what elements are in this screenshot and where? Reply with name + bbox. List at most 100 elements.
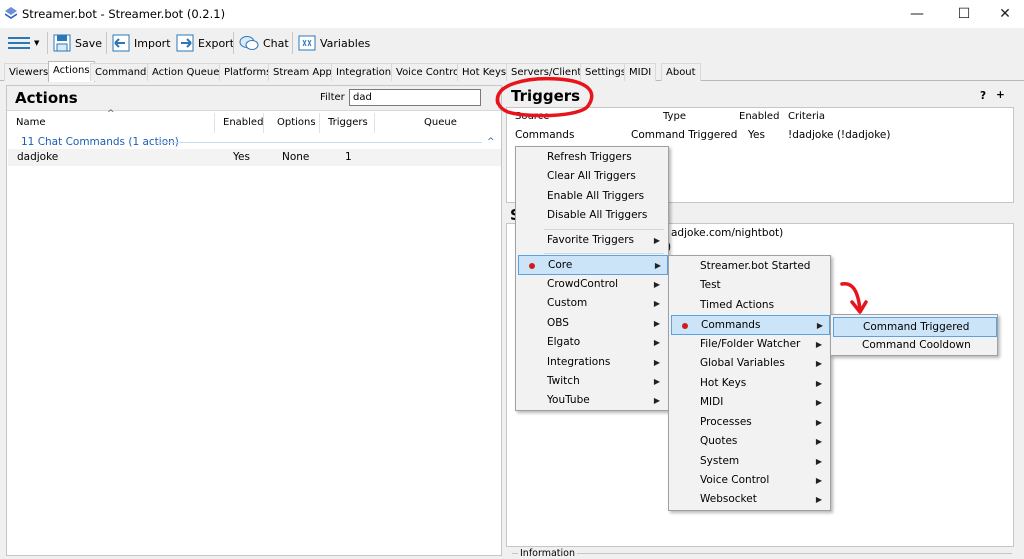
- submenu-arrow-icon: ▶: [653, 358, 660, 367]
- tab-action-queues[interactable]: Action Queues: [147, 63, 230, 81]
- menu-core[interactable]: Core ▶: [518, 255, 668, 275]
- export-icon: [176, 34, 194, 52]
- menu-system[interactable]: System ▶: [671, 452, 828, 472]
- column-triggers[interactable]: Triggers: [325, 113, 375, 133]
- trigger-criteria: !dadjoke (!dadjoke): [788, 129, 891, 141]
- variables-button[interactable]: Variables: [298, 31, 370, 55]
- import-button[interactable]: Import: [112, 31, 171, 55]
- save-icon: [53, 34, 71, 52]
- menu-youtube[interactable]: YouTube ▶: [518, 391, 666, 411]
- actions-header: Actions Filter: [7, 86, 501, 110]
- row-name: dadjoke: [17, 151, 59, 163]
- submenu-arrow-icon: ▶: [815, 476, 822, 485]
- menu-obs[interactable]: OBS ▶: [518, 314, 666, 334]
- core-submenu: Streamer.bot Started Test Timed Actions …: [668, 255, 831, 511]
- menu-websocket[interactable]: Websocket ▶: [671, 490, 828, 510]
- submenu-arrow-icon: ▶: [653, 319, 660, 328]
- menu-test[interactable]: Test: [671, 276, 828, 296]
- menu-midi[interactable]: MIDI ▶: [671, 393, 828, 413]
- column-enabled[interactable]: Enabled: [220, 113, 264, 133]
- tab-midi[interactable]: MIDI: [624, 63, 657, 81]
- sort-up-icon: ^: [107, 109, 115, 119]
- menu-timed-actions[interactable]: Timed Actions: [671, 296, 828, 316]
- column-type[interactable]: Type: [663, 111, 686, 122]
- tab-voice-control[interactable]: Voice Control: [391, 63, 467, 81]
- menu-processes[interactable]: Processes ▶: [671, 413, 828, 433]
- maximize-button[interactable]: ☐: [941, 0, 987, 28]
- submenu-arrow-icon: ▶: [654, 261, 661, 270]
- menu-quotes[interactable]: Quotes ▶: [671, 432, 828, 452]
- menu-elgato[interactable]: Elgato ▶: [518, 333, 666, 353]
- menu-voice-control[interactable]: Voice Control ▶: [671, 471, 828, 491]
- menu-clear-all-triggers[interactable]: Clear All Triggers: [518, 167, 666, 187]
- menu-enable-all-triggers[interactable]: Enable All Triggers: [518, 187, 666, 207]
- main-menu-button[interactable]: ▼: [8, 31, 39, 55]
- window-title: Streamer.bot - Streamer.bot (0.2.1): [22, 7, 226, 21]
- menu-integrations[interactable]: Integrations ▶: [518, 353, 666, 373]
- menu-hot-keys[interactable]: Hot Keys ▶: [671, 374, 828, 394]
- triggers-context-menu: Refresh Triggers Clear All Triggers Enab…: [515, 146, 669, 411]
- save-button[interactable]: Save: [53, 31, 102, 55]
- help-button[interactable]: ?: [980, 90, 986, 102]
- menu-refresh-triggers[interactable]: Refresh Triggers: [518, 148, 666, 168]
- column-options[interactable]: Options: [274, 113, 320, 133]
- submenu-arrow-icon: ▶: [653, 299, 660, 308]
- import-label: Import: [134, 36, 171, 50]
- tab-viewers[interactable]: Viewers: [4, 63, 54, 81]
- column-criteria[interactable]: Criteria: [788, 111, 825, 122]
- tab-about[interactable]: About: [661, 63, 701, 81]
- submenu-arrow-icon: ▶: [816, 321, 823, 330]
- menu-disable-all-triggers[interactable]: Disable All Triggers: [518, 206, 666, 226]
- submenu-arrow-icon: ▶: [815, 340, 822, 349]
- information-divider: [512, 553, 1012, 554]
- column-queue[interactable]: Queue: [421, 113, 481, 133]
- submenu-arrow-icon: ▶: [815, 437, 822, 446]
- menu-crowdcontrol[interactable]: CrowdControl ▶: [518, 275, 666, 295]
- menu-separator: [544, 229, 664, 230]
- filter-input[interactable]: [349, 89, 481, 106]
- chat-button[interactable]: Chat: [239, 31, 289, 55]
- row-triggers: 1: [345, 151, 352, 163]
- trigger-source: Commands: [515, 129, 575, 141]
- menu-command-cooldown[interactable]: Command Cooldown: [833, 336, 995, 356]
- toolbar-separator: [47, 32, 48, 54]
- submenu-arrow-icon: ▶: [815, 379, 822, 388]
- menu-commands[interactable]: Commands ▶: [671, 315, 830, 335]
- menu-custom[interactable]: Custom ▶: [518, 294, 666, 314]
- actions-title: Actions: [15, 89, 78, 107]
- chat-label: Chat: [263, 36, 289, 50]
- variables-icon: [298, 35, 316, 51]
- trigger-type: Command Triggered: [631, 129, 738, 141]
- submenu-arrow-icon: ▶: [653, 377, 660, 386]
- trigger-enabled: Yes: [748, 129, 765, 141]
- close-button[interactable]: ✕: [982, 0, 1024, 28]
- filter-label: Filter: [320, 92, 345, 103]
- actions-panel: Actions Filter Name ^ Enabled Options Tr…: [6, 85, 502, 556]
- active-dot-icon: [682, 323, 688, 329]
- minimize-button[interactable]: —: [894, 0, 940, 28]
- commands-submenu: Command Triggered Command Cooldown: [830, 314, 998, 356]
- menu-list-icon: [8, 37, 30, 49]
- annotation-circle: [495, 76, 594, 118]
- tab-actions[interactable]: Actions: [48, 61, 95, 82]
- save-label: Save: [75, 36, 103, 50]
- toolbar-separator: [106, 32, 107, 54]
- divider: [7, 110, 501, 111]
- add-trigger-button[interactable]: +: [996, 89, 1005, 101]
- menu-file-folder-watcher[interactable]: File/Folder Watcher ▶: [671, 335, 828, 355]
- table-row[interactable]: dadjoke Yes None 1: [8, 149, 501, 166]
- menu-streamerbot-started[interactable]: Streamer.bot Started: [671, 257, 828, 277]
- menu-twitch[interactable]: Twitch ▶: [518, 372, 666, 392]
- column-trigger-enabled[interactable]: Enabled: [739, 111, 779, 122]
- app-logo-icon: [5, 7, 17, 19]
- menu-global-variables[interactable]: Global Variables ▶: [671, 354, 828, 374]
- menu-favorite-triggers[interactable]: Favorite Triggers ▶: [518, 231, 666, 251]
- menu-command-triggered[interactable]: Command Triggered: [833, 317, 997, 337]
- chat-icon: [239, 36, 259, 50]
- title-bar: Streamer.bot - Streamer.bot (0.2.1) — ☐ …: [0, 0, 1024, 28]
- submenu-arrow-icon: ▶: [653, 338, 660, 347]
- submenu-arrow-icon: ▶: [653, 280, 660, 289]
- export-button[interactable]: Export: [176, 31, 234, 55]
- menu-separator: [544, 253, 664, 254]
- export-label: Export: [198, 36, 235, 50]
